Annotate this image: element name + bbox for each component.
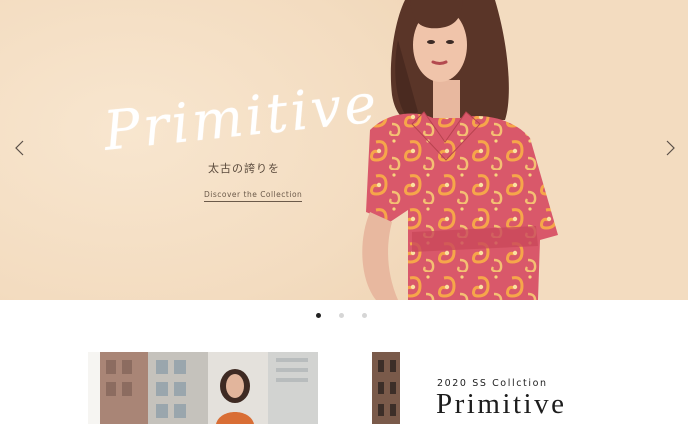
hero-model-image: [362, 0, 558, 300]
carousel-next-button[interactable]: [662, 138, 678, 158]
discover-collection-link[interactable]: Discover the Collection: [204, 190, 303, 202]
hero-banner: Primitive 太古の誇りを Discover the Collection: [0, 0, 688, 300]
carousel-prev-button[interactable]: [12, 138, 28, 158]
carousel-dot[interactable]: [339, 313, 344, 318]
chevron-left-icon: [15, 140, 24, 156]
collection-photo-building[interactable]: [360, 352, 400, 424]
carousel-dot[interactable]: [362, 313, 367, 318]
collection-photo-street[interactable]: [88, 352, 318, 424]
collection-title: Primitive: [436, 388, 567, 420]
hero-subtitle: 太古の誇りを: [208, 162, 280, 175]
collection-collage: [88, 352, 400, 424]
chevron-right-icon: [666, 140, 675, 156]
carousel-dot[interactable]: [316, 313, 321, 318]
